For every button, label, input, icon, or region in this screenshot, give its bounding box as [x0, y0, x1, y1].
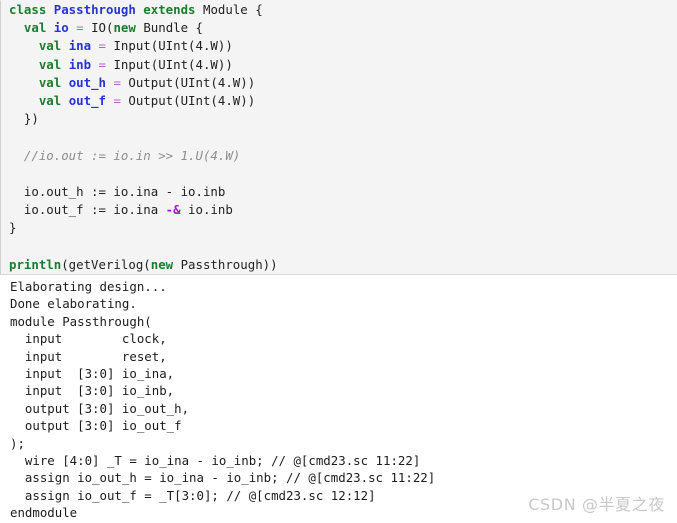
output-line: input [3:0] io_inb, — [10, 383, 175, 399]
code-lines-container[interactable]: class Passthrough extends Module { val i… — [1, 1, 677, 274]
code-token: //io.out := io.in >> 1.U(4.W) — [9, 147, 241, 163]
code-token: Output(UInt(4.W)) — [128, 92, 256, 108]
code-token: val — [9, 38, 69, 54]
code-line: val ina = Input(UInt(4.W)) — [9, 37, 677, 55]
code-token: = — [113, 74, 129, 90]
code-line: //io.out := io.in >> 1.U(4.W) — [9, 147, 677, 165]
code-token: = — [76, 20, 92, 36]
output-line: assign io_out_h = io_ina - io_inb; // @[… — [10, 470, 436, 486]
code-token: Input(UInt(4.W)) — [113, 38, 233, 54]
code-line: io.out_h := io.ina - io.inb — [9, 183, 677, 201]
code-token: io.inb — [180, 202, 233, 218]
code-line: io.out_f := io.ina -& io.inb — [9, 201, 677, 219]
code-token: Passthrough — [53, 2, 144, 17]
code-token: ina — [68, 38, 99, 54]
code-token: Bundle { — [143, 20, 203, 36]
code-token: inb — [68, 56, 99, 72]
code-token: val — [9, 74, 69, 90]
code-token: }) — [9, 111, 39, 127]
output-line: input [3:0] io_ina, — [10, 365, 175, 381]
code-line: val out_h = Output(UInt(4.W)) — [9, 74, 677, 92]
code-line: val out_f = Output(UInt(4.W)) — [9, 92, 677, 110]
code-token: } — [9, 220, 17, 236]
code-token: new — [113, 20, 144, 36]
code-token: (getVerilog( — [61, 256, 151, 272]
output-line: output [3:0] io_out_f — [10, 418, 182, 434]
code-token: Passthrough)) — [180, 256, 278, 272]
code-token: IO( — [91, 20, 114, 36]
output-line: module Passthrough( — [10, 313, 152, 329]
code-line: println(getVerilog(new Passthrough)) — [9, 256, 677, 274]
code-token: = — [113, 92, 129, 108]
code-token: val — [9, 92, 69, 108]
output-line: input clock, — [10, 331, 167, 347]
code-token: io.out_h := io.ina - io.inb — [9, 183, 226, 199]
output-line: Elaborating design... — [10, 279, 167, 294]
code-token: out_f — [68, 92, 114, 108]
code-token: = — [98, 56, 114, 72]
output-lines-container: Elaborating design... Done elaborating. mo… — [0, 278, 677, 521]
code-token: class — [9, 2, 54, 17]
output-line: output [3:0] io_out_h, — [10, 400, 190, 416]
code-token: Module { — [202, 2, 263, 17]
code-line: class Passthrough extends Module { — [9, 1, 677, 19]
code-token: -& — [165, 202, 181, 218]
console-output-cell: Elaborating design... Done elaborating. mo… — [0, 278, 677, 523]
code-token: extends — [143, 2, 203, 17]
code-token: io.out_f := io.ina — [9, 202, 166, 218]
code-editor-cell[interactable]: class Passthrough extends Module { val i… — [0, 0, 677, 275]
output-line: input reset, — [10, 348, 167, 364]
code-token: val — [9, 20, 54, 36]
code-token: Output(UInt(4.W)) — [128, 74, 256, 90]
csdn-watermark: CSDN @半夏之夜 — [528, 495, 665, 514]
output-line: wire [4:0] _T = io_ina - io_inb; // @[cm… — [10, 452, 421, 468]
code-line: } — [9, 219, 677, 237]
code-line: val io = IO(new Bundle { — [9, 19, 677, 37]
code-line: val inb = Input(UInt(4.W)) — [9, 56, 677, 74]
code-token: new — [150, 256, 181, 272]
code-token: = — [98, 38, 114, 54]
code-token: out_h — [68, 74, 114, 90]
code-token: Input(UInt(4.W)) — [113, 56, 233, 72]
code-token: io — [53, 20, 77, 36]
code-token: println — [9, 256, 62, 272]
code-line: }) — [9, 110, 677, 128]
output-line: Done elaborating. — [10, 296, 137, 312]
output-line: ); — [10, 435, 25, 451]
code-token: val — [9, 56, 69, 72]
